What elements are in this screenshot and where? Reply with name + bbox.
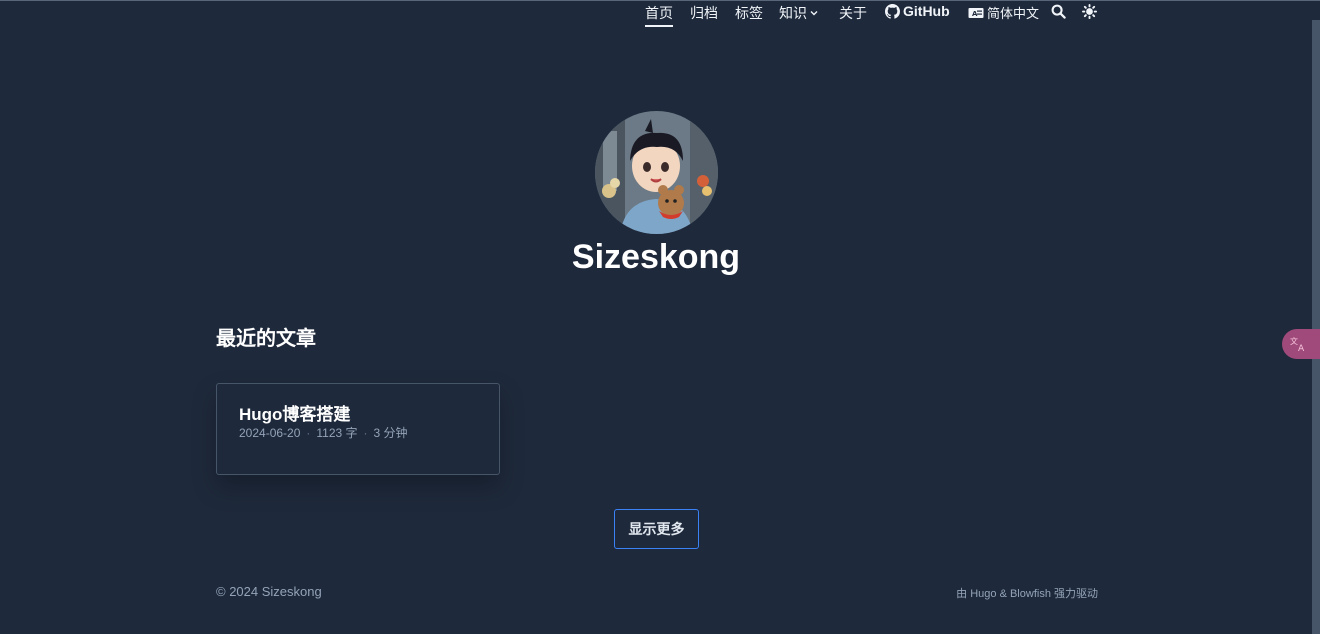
post-date: 2024-06-20	[239, 426, 301, 440]
site-title: Sizeskong	[571, 238, 741, 276]
nav-archive[interactable]: 归档	[690, 3, 718, 23]
post-meta: 2024-06-20 · 1123 字 · 3 分钟	[239, 424, 408, 441]
footer-copyright: © 2024 Sizeskong	[216, 584, 322, 599]
separator-dot: ·	[363, 426, 368, 440]
post-word-count: 1123 字	[316, 426, 358, 440]
translate-icon: 文 A	[1290, 336, 1305, 353]
footer-powered-by: 由 Hugo & Blowfish 强力驱动	[956, 588, 1098, 600]
nav-github-label: GitHub	[903, 3, 950, 19]
avatar	[595, 111, 718, 234]
svg-text:文: 文	[1290, 336, 1298, 346]
nav-language[interactable]: A 简体中文	[968, 3, 1039, 22]
nav-github[interactable]: GitHub	[885, 3, 950, 19]
top-border	[0, 0, 1320, 1]
theme-toggle-button[interactable]	[1082, 4, 1097, 19]
post-read-time: 3 分钟	[373, 426, 408, 440]
chevron-down-icon	[810, 11, 818, 16]
nav-about[interactable]: 关于	[839, 3, 867, 23]
nav-knowledge-label: 知识	[779, 5, 807, 21]
sun-icon	[1082, 4, 1097, 19]
github-icon	[885, 3, 900, 19]
translate-button[interactable]: 文 A	[1282, 329, 1320, 359]
post-title[interactable]: Hugo博客搭建	[239, 400, 350, 425]
nav-tags[interactable]: 标签	[735, 3, 763, 23]
scrollbar[interactable]	[1312, 20, 1320, 634]
post-card[interactable]: Hugo博客搭建 2024-06-20 · 1123 字 · 3 分钟	[216, 383, 500, 475]
language-icon: A	[968, 7, 984, 18]
search-icon	[1051, 4, 1066, 19]
nav-home[interactable]: 首页	[645, 3, 673, 27]
svg-text:A: A	[1298, 344, 1305, 353]
show-more-button[interactable]: 显示更多	[614, 509, 699, 549]
separator-dot: ·	[306, 426, 311, 440]
nav-knowledge[interactable]: 知识	[779, 3, 819, 23]
search-button[interactable]	[1051, 4, 1066, 19]
section-heading: 最近的文章	[216, 328, 316, 350]
nav-language-label: 简体中文	[987, 6, 1040, 21]
